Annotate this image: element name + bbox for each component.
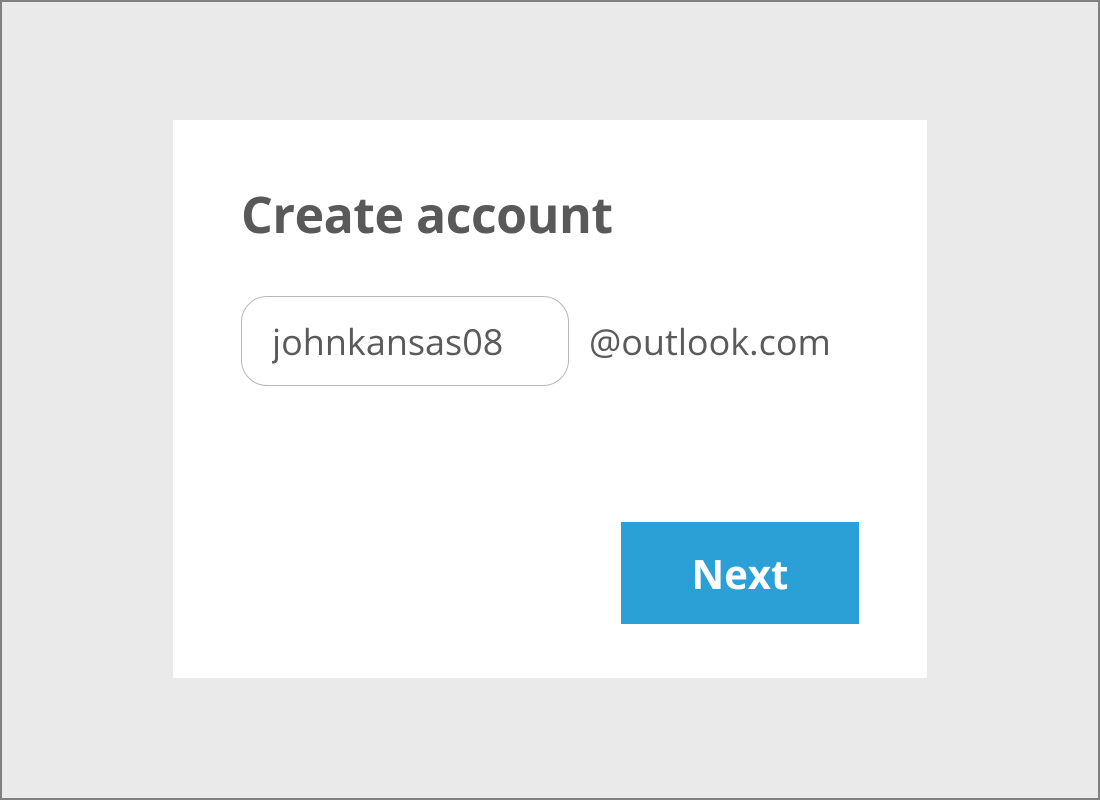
create-account-card: Create account @outlook.com Next <box>173 120 927 678</box>
page-background: Create account @outlook.com Next <box>0 0 1100 800</box>
email-domain-label: @outlook.com <box>589 317 831 366</box>
email-row: @outlook.com <box>241 296 859 386</box>
page-title: Create account <box>241 180 859 248</box>
next-button[interactable]: Next <box>621 522 859 624</box>
username-input[interactable] <box>241 296 569 386</box>
